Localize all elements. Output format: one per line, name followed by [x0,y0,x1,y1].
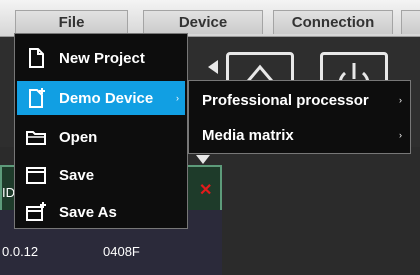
menu-tab-connection[interactable]: Connection [273,10,393,34]
device-ip: 0.0.12 [2,244,39,259]
submenu-item-label: Media matrix [202,126,294,144]
demo-device-submenu: Professional processor › Media matrix › [188,80,411,154]
submenu-item-professional-processor[interactable]: Professional processor › [189,83,410,117]
menu-item-save[interactable]: Save [17,158,185,192]
left-arrow-icon[interactable] [208,60,218,74]
new-project-icon [29,48,44,68]
dropdown-caret-icon[interactable] [196,155,210,164]
close-icon[interactable]: ✕ [199,180,212,200]
submenu-item-media-matrix[interactable]: Media matrix › [189,118,410,152]
menu-tab-overflow[interactable] [401,10,420,34]
menu-item-save-as[interactable]: Save As [17,195,185,229]
file-dropdown-menu: New Project Demo Device › Open Save Save… [14,33,188,229]
menu-item-label: Save [59,166,95,184]
demo-device-icon [29,88,45,108]
menu-item-open[interactable]: Open [17,120,185,154]
save-icon [26,167,46,184]
menu-tab-device[interactable]: Device [143,10,263,34]
submenu-arrow-icon: › [399,95,402,105]
submenu-item-label: Professional processor [202,91,369,109]
menu-item-demo-device[interactable]: Demo Device › [17,81,185,115]
menu-item-label: Save As [59,203,117,221]
menu-tab-device-label: Device [178,14,228,31]
menu-item-label: Demo Device [59,89,154,107]
menu-tab-connection-label: Connection [291,14,375,31]
menu-tab-file-label: File [58,14,85,31]
folder-icon [26,131,46,145]
device-id: 0408F [103,244,140,259]
menu-item-new-project[interactable]: New Project [17,41,185,75]
submenu-arrow-icon: › [176,93,179,103]
submenu-arrow-icon: › [399,130,402,140]
menu-tab-file[interactable]: File [15,10,128,34]
menu-item-label: New Project [59,49,145,67]
menubar: File Device Connection [0,0,420,37]
menu-item-label: Open [59,128,98,146]
save-as-icon [26,202,46,221]
